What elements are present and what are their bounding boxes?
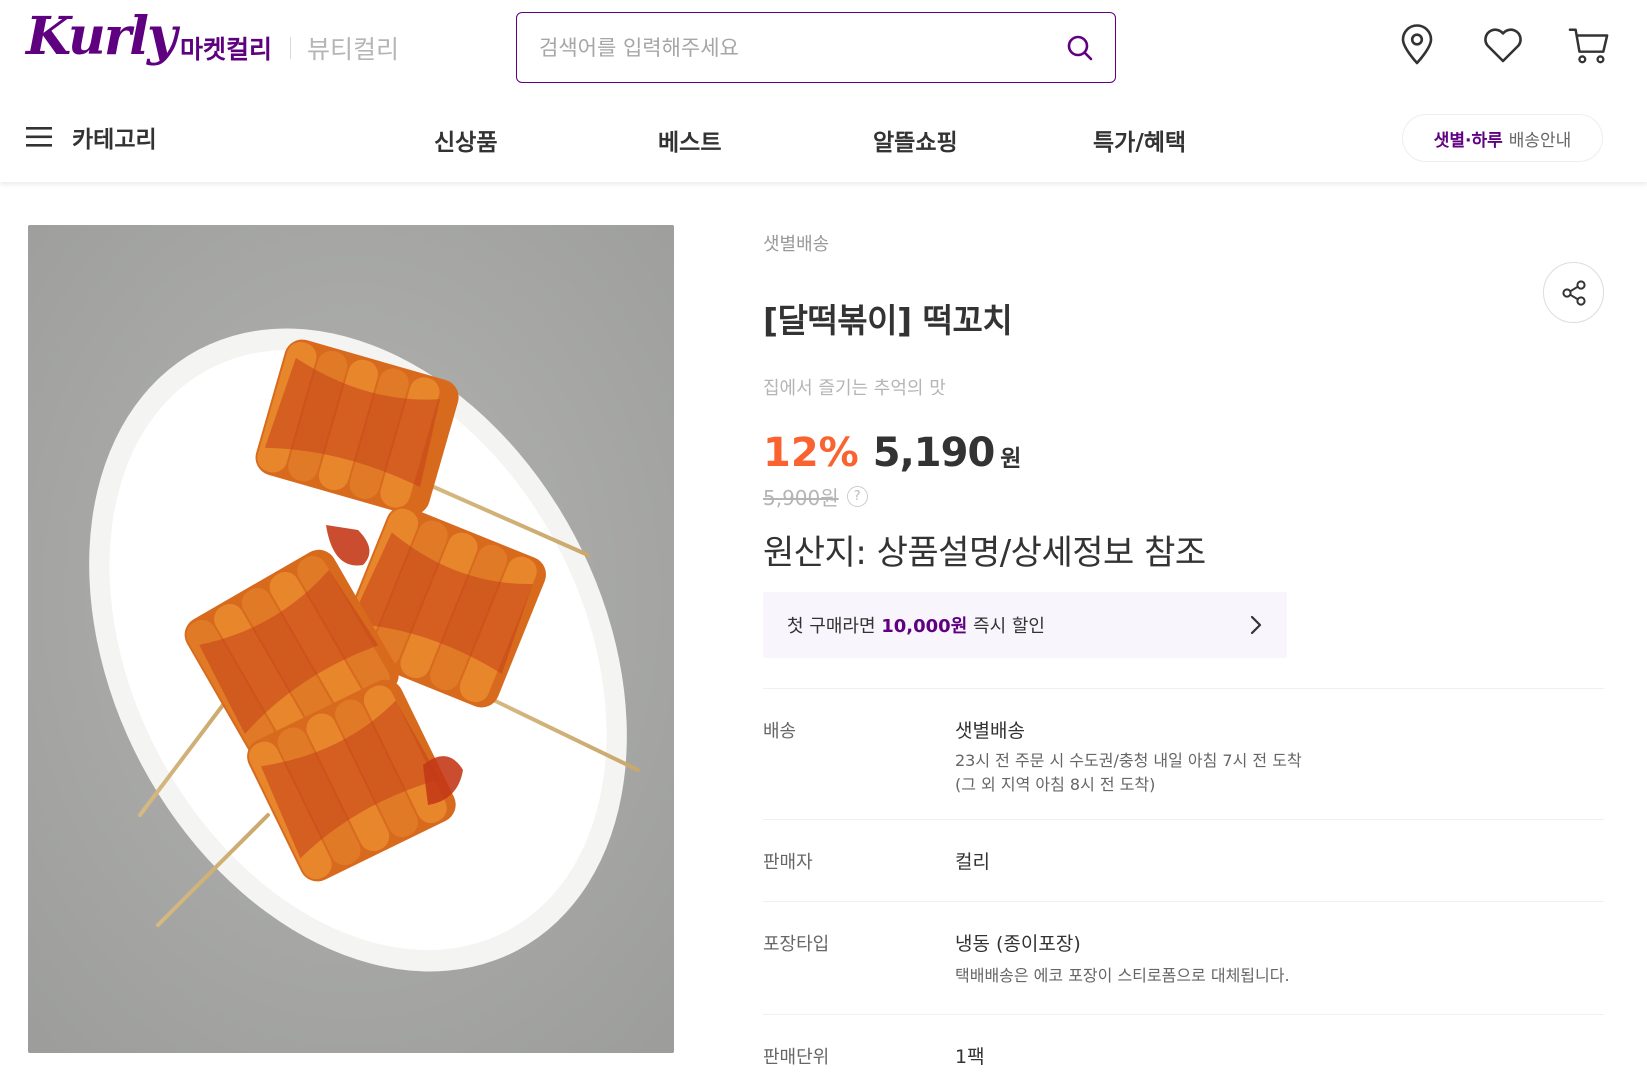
price-row: 12% 5,190 원	[763, 430, 1604, 476]
nav-special-deals[interactable]: 특가/혜택	[1093, 123, 1186, 157]
spec-label: 판매자	[763, 852, 813, 873]
spec-main-value: 컬리	[955, 851, 990, 873]
global-nav: 카테고리 신상품 베스트 알뜰쇼핑 특가/혜택 샛별·하루 배송안내	[0, 110, 1647, 170]
mall-tabs: 마켓컬리 뷰티컬리	[180, 30, 399, 66]
kurly-logo[interactable]: Kurly	[26, 6, 177, 67]
wishlist-button[interactable]	[1482, 22, 1524, 68]
search-icon	[1067, 35, 1093, 60]
spec-note: (그 외 지역 아침 8시 전 도착)	[955, 775, 1156, 794]
coupon-amount: 10,000원	[881, 616, 968, 637]
tteok-skewer-photo	[28, 225, 674, 1053]
nav-budget-shopping[interactable]: 알뜰쇼핑	[873, 123, 958, 157]
spec-value: 샛별배송 23시 전 주문 시 수도권/충청 내일 아침 7시 전 도착 (그 …	[955, 716, 1302, 797]
share-button[interactable]	[1543, 262, 1604, 323]
spec-main-value: 샛별배송	[955, 720, 1025, 742]
spec-value: 냉동 (종이포장) 택배배송은 에코 포장이 스티로폼으로 대체됩니다.	[955, 929, 1290, 988]
tab-beauty-kurly[interactable]: 뷰티컬리	[307, 30, 399, 66]
spec-row-seller: 판매자 컬리	[763, 820, 1604, 901]
search-box	[516, 12, 1116, 83]
sale-price: 5,190	[872, 430, 996, 476]
site-header: Kurly 마켓컬리 뷰티컬리 검색어를 입력해주세요 카테고리 신상품 베스트…	[0, 0, 1647, 182]
origin-info: 원산지: 상품설명/상세정보 참조	[763, 533, 1206, 573]
spec-main-value: 1팩	[955, 1046, 985, 1068]
search-button[interactable]	[1063, 31, 1097, 65]
heart-icon	[1484, 28, 1522, 63]
spec-value: 컬리	[955, 847, 990, 874]
share-icon	[1561, 279, 1586, 306]
tab-market-kurly[interactable]: 마켓컬리	[180, 30, 272, 66]
category-label: 카테고리	[72, 127, 157, 153]
delivery-info-button[interactable]: 샛별·하루 배송안내	[1402, 114, 1603, 162]
delivery-info-text: 배송안내	[1508, 130, 1572, 151]
spec-note: 택배배송은 에코 포장이 스티로폼으로 대체됩니다.	[955, 966, 1290, 985]
delivery-address-button[interactable]	[1396, 22, 1438, 68]
delivery-info-highlight: 샛별·하루	[1433, 130, 1503, 151]
spec-row-delivery: 배송 샛별배송 23시 전 주문 시 수도권/충청 내일 아침 7시 전 도착 …	[763, 689, 1604, 819]
original-price: 5,900원	[763, 486, 839, 510]
nav-new-products[interactable]: 신상품	[434, 123, 497, 157]
coupon-text: 첫 구매라면 10,000원 즉시 할인	[787, 612, 1249, 638]
first-purchase-coupon-banner[interactable]: 첫 구매라면 10,000원 즉시 할인	[763, 592, 1287, 658]
spec-row-packaging: 포장타입 냉동 (종이포장) 택배배송은 에코 포장이 스티로폼으로 대체됩니다…	[763, 902, 1604, 1014]
chevron-right-icon	[1250, 615, 1262, 635]
hamburger-icon	[26, 127, 52, 147]
mall-tab-divider	[290, 37, 292, 59]
original-price-row: 5,900원 ?	[763, 482, 1604, 511]
spec-row-sales-unit: 판매단위 1팩	[763, 1015, 1604, 1085]
product-image	[28, 225, 674, 1053]
spec-note: 23시 전 주문 시 수도권/충청 내일 아침 7시 전 도착	[955, 751, 1302, 770]
currency-unit: 원	[1000, 446, 1022, 472]
question-icon[interactable]: ?	[846, 486, 868, 507]
header-icons	[1396, 22, 1610, 68]
location-pin-icon	[1401, 24, 1433, 65]
spec-main-value: 냉동 (종이포장)	[955, 933, 1081, 955]
spec-label: 판매단위	[763, 1047, 830, 1068]
discount-rate: 12%	[763, 430, 859, 476]
spec-value: 1팩	[955, 1042, 985, 1069]
nav-best[interactable]: 베스트	[658, 123, 721, 157]
cart-button[interactable]	[1568, 22, 1610, 68]
product-spec-table: 배송 샛별배송 23시 전 주문 시 수도권/충청 내일 아침 7시 전 도착 …	[763, 688, 1604, 1085]
search-input[interactable]	[539, 35, 1063, 60]
cart-icon	[1568, 28, 1609, 64]
category-menu-button[interactable]: 카테고리	[26, 120, 157, 154]
product-title: [달떡볶이] 떡꼬치	[763, 301, 1013, 340]
coupon-suffix: 즉시 할인	[967, 616, 1045, 637]
delivery-type-label: 샛별배송	[763, 234, 830, 255]
spec-label: 배송	[763, 721, 797, 742]
product-subtitle: 집에서 즐기는 추억의 맛	[763, 378, 946, 399]
product-info: 샛별배송 [달떡볶이] 떡꼬치 집에서 즐기는 추억의 맛 12% 5,190 …	[763, 220, 1604, 1085]
coupon-prefix: 첫 구매라면	[787, 616, 882, 637]
spec-label: 포장타입	[763, 934, 830, 955]
